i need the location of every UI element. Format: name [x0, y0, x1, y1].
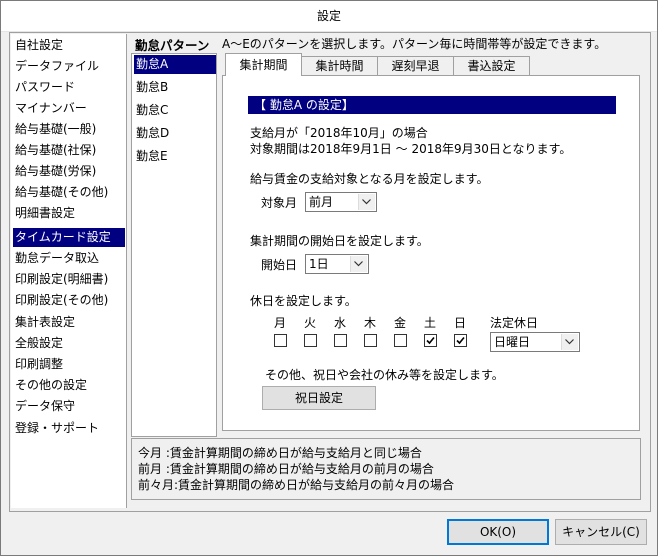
holiday-prompt: 休日を設定します。: [250, 294, 357, 308]
start-day-select[interactable]: 1日: [305, 254, 369, 274]
pattern-list: 勤怠A 勤怠B 勤怠C 勤怠D 勤怠E: [131, 53, 217, 437]
sidebar-item-registration-support[interactable]: 登録・サポート: [13, 419, 125, 438]
check-icon: [456, 336, 465, 345]
holiday-checkbox-wed[interactable]: [334, 334, 347, 347]
tab-write-settings[interactable]: 書込設定: [453, 56, 530, 75]
info-line-1: 支給月が「2018年10月」の場合: [250, 126, 428, 140]
legal-holiday-label: 法定休日: [490, 316, 539, 330]
sidebar-item-password[interactable]: パスワード: [13, 78, 125, 97]
sidebar-item-salary-other[interactable]: 給与基礎(その他): [13, 183, 125, 202]
weekday-label-sun: 日: [454, 316, 467, 330]
sidebar-item-summary[interactable]: 集計表設定: [13, 313, 125, 332]
sidebar-item-statement[interactable]: 明細書設定: [13, 204, 125, 223]
pattern-item-d[interactable]: 勤怠D: [134, 124, 216, 143]
chevron-down-icon: [358, 194, 375, 210]
sidebar-item-print-statement[interactable]: 印刷設定(明細書): [13, 270, 125, 289]
check-icon: [426, 336, 435, 345]
month-prompt: 給与賃金の支給対象となる月を設定します。: [250, 172, 489, 186]
sidebar-item-salary-labor-insurance[interactable]: 給与基礎(労保): [13, 162, 125, 181]
sidebar-item-data-maintenance[interactable]: データ保守: [13, 397, 125, 416]
holiday-checkbox-tue[interactable]: [304, 334, 317, 347]
target-month-value: 前月: [309, 195, 334, 209]
legal-holiday-value: 日曜日: [494, 335, 531, 349]
pattern-item-c[interactable]: 勤怠C: [134, 101, 216, 120]
weekday-label-sat: 土: [424, 316, 437, 330]
weekday-label-thu: 木: [364, 316, 377, 330]
pattern-header: 勤怠パターン: [135, 38, 210, 53]
notes-box: 今月 :賃金計算期間の締め日が給与支給月と同じ場合 前月 :賃金計算期間の締め日…: [131, 438, 641, 500]
pattern-item-b[interactable]: 勤怠B: [134, 78, 216, 97]
cancel-button[interactable]: キャンセル(C): [555, 519, 647, 545]
sidebar-item-my-number[interactable]: マイナンバー: [13, 99, 125, 118]
section-title: 【 勤怠A の設定】: [248, 96, 616, 114]
holiday-settings-button[interactable]: 祝日設定: [262, 386, 376, 410]
settings-content: 自社設定 データファイル パスワード マイナンバー 給与基礎(一般) 給与基礎(…: [9, 32, 651, 512]
sidebar-item-salary-social-insurance[interactable]: 給与基礎(社保): [13, 141, 125, 160]
start-day-value: 1日: [309, 257, 329, 271]
tab-aggregation-time[interactable]: 集計時間: [301, 56, 378, 75]
sidebar-item-data-file[interactable]: データファイル: [13, 57, 125, 76]
pattern-item-e[interactable]: 勤怠E: [134, 147, 216, 166]
holiday-checkbox-sat[interactable]: [424, 334, 437, 347]
sidebar-item-company[interactable]: 自社設定: [13, 36, 125, 55]
note-two-months-prior: 前々月:賃金計算期間の締め日が給与支給月の前々月の場合: [138, 478, 455, 492]
sidebar-item-general[interactable]: 全般設定: [13, 334, 125, 353]
info-line-2: 対象期間は2018年9月1日 ～ 2018年9月30日となります。: [250, 142, 572, 156]
tab-late-early[interactable]: 遅刻早退: [377, 56, 454, 75]
sidebar-item-print-other[interactable]: 印刷設定(その他): [13, 291, 125, 310]
tab-aggregation-period[interactable]: 集計期間: [225, 53, 302, 76]
weekday-label-tue: 火: [304, 316, 317, 330]
target-month-select[interactable]: 前月: [305, 192, 377, 212]
pattern-item-a[interactable]: 勤怠A: [134, 55, 216, 74]
sidebar-item-timecard[interactable]: タイムカード設定: [13, 228, 125, 247]
note-previous-month: 前月 :賃金計算期間の締め日が給与支給月の前月の場合: [138, 462, 434, 476]
sidebar-item-attendance-import[interactable]: 勤怠データ取込: [13, 249, 125, 268]
weekday-label-wed: 水: [334, 316, 347, 330]
holiday-checkbox-mon[interactable]: [274, 334, 287, 347]
ok-button[interactable]: OK(O): [447, 519, 549, 545]
legal-holiday-select[interactable]: 日曜日: [490, 332, 580, 352]
tab-panel-aggregation-period: 【 勤怠A の設定】 支給月が「2018年10月」の場合 対象期間は2018年9…: [222, 75, 640, 431]
chevron-down-icon: [350, 256, 367, 272]
start-day-prompt: 集計期間の開始日を設定します。: [250, 234, 429, 248]
chevron-down-icon: [561, 334, 578, 350]
other-holiday-prompt: その他、祝日や会社の休み等を設定します。: [265, 368, 504, 382]
settings-dialog: 設定 自社設定 データファイル パスワード マイナンバー 給与基礎(一般) 給与…: [0, 0, 658, 556]
sidebar-item-other-settings[interactable]: その他の設定: [13, 376, 125, 395]
holiday-checkbox-thu[interactable]: [364, 334, 377, 347]
start-day-label: 開始日: [261, 258, 298, 272]
weekday-label-fri: 金: [394, 316, 407, 330]
month-label: 対象月: [261, 196, 298, 210]
sidebar-item-salary-general[interactable]: 給与基礎(一般): [13, 120, 125, 139]
settings-sidebar: 自社設定 データファイル パスワード マイナンバー 給与基礎(一般) 給与基礎(…: [11, 34, 127, 508]
sidebar-item-print-adjust[interactable]: 印刷調整: [13, 355, 125, 374]
weekday-label-mon: 月: [274, 316, 287, 330]
window-title: 設定: [1, 1, 657, 32]
note-this-month: 今月 :賃金計算期間の締め日が給与支給月と同じ場合: [138, 446, 422, 460]
pattern-description: A～Eのパターンを選択します。パターン毎に時間帯等が設定できます。: [222, 37, 607, 51]
holiday-checkbox-fri[interactable]: [394, 334, 407, 347]
holiday-checkbox-sun[interactable]: [454, 334, 467, 347]
